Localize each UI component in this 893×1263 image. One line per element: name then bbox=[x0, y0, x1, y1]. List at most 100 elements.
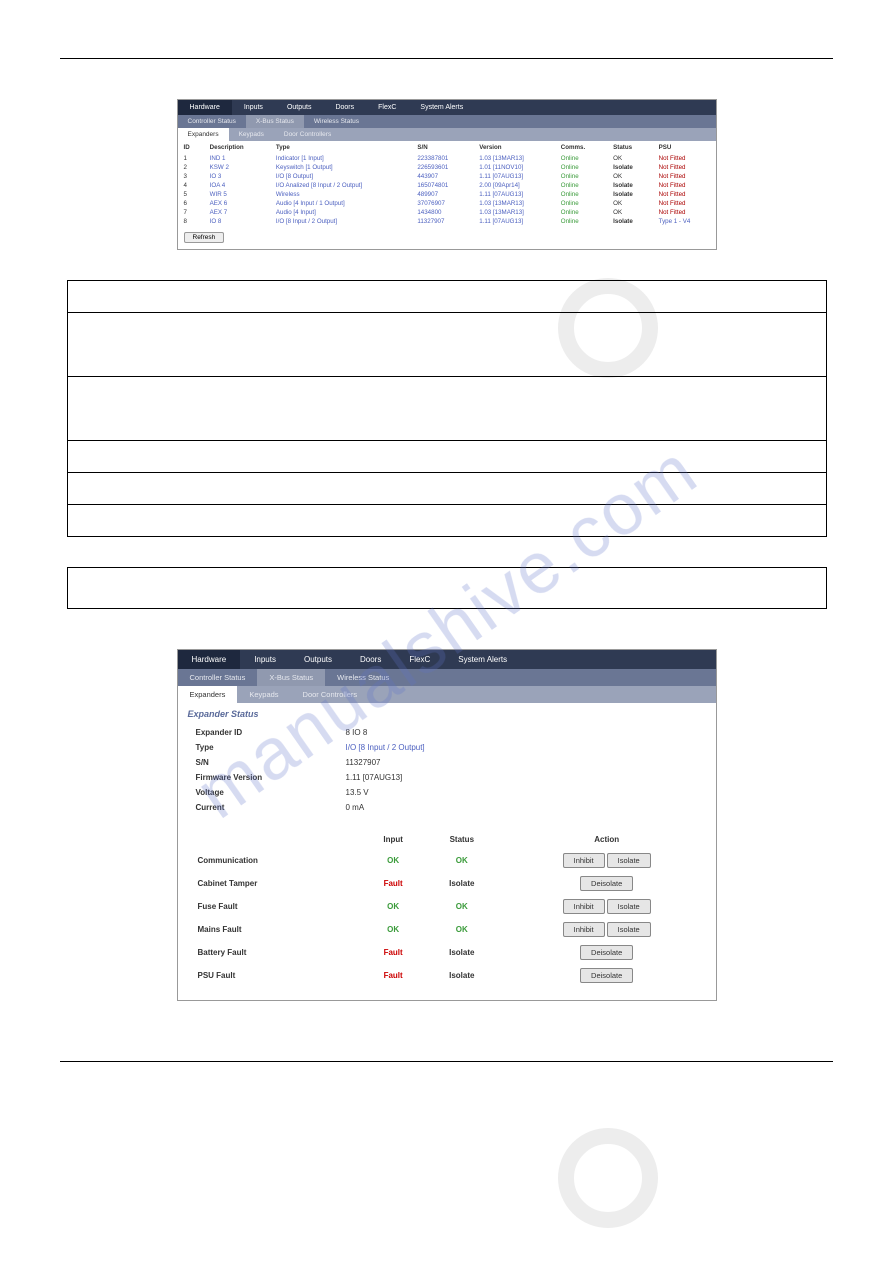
tab-wireless-status[interactable]: Wireless Status bbox=[304, 115, 369, 128]
tab-doors[interactable]: Doors bbox=[323, 100, 366, 115]
refresh-button[interactable]: Refresh bbox=[184, 232, 225, 243]
cell-type[interactable]: I/O Analized [8 Input / 2 Output] bbox=[270, 181, 411, 190]
col-description: Description bbox=[204, 141, 270, 154]
tab-hardware[interactable]: Hardware bbox=[178, 650, 241, 669]
cell-ver[interactable]: 1.03 [13MAR13] bbox=[473, 154, 555, 163]
tab-inputs[interactable]: Inputs bbox=[240, 650, 290, 669]
cell-psu[interactable]: Type 1 - V4 bbox=[653, 217, 716, 226]
tab-expanders[interactable]: Expanders bbox=[178, 686, 238, 703]
col-sn: S/N bbox=[411, 141, 473, 154]
status-input: OK bbox=[363, 919, 424, 940]
cell-ver[interactable]: 1.11 [07AUG13] bbox=[473, 190, 555, 199]
tab-door-controllers[interactable]: Door Controllers bbox=[291, 686, 370, 703]
deisolate-button[interactable]: Deisolate bbox=[580, 968, 633, 983]
tab-hardware[interactable]: Hardware bbox=[178, 100, 232, 115]
kv-value: 0 mA bbox=[346, 803, 365, 812]
sub-sub-tabs: ExpandersKeypadsDoor Controllers bbox=[178, 686, 716, 703]
col-comms: Comms. bbox=[555, 141, 607, 154]
cell-type[interactable]: Keyswitch [1 Output] bbox=[270, 163, 411, 172]
cell-comms: Online bbox=[555, 163, 607, 172]
cell-desc[interactable]: IND 1 bbox=[204, 154, 270, 163]
isolate-button[interactable]: Isolate bbox=[607, 899, 651, 914]
cell-type[interactable]: I/O [8 Output] bbox=[270, 172, 411, 181]
cell-desc[interactable]: IO 3 bbox=[204, 172, 270, 181]
status-name: Mains Fault bbox=[180, 919, 361, 940]
table-row: 3IO 3I/O [8 Output]4439071.11 [07AUG13]O… bbox=[178, 172, 716, 181]
cell-desc[interactable]: KSW 2 bbox=[204, 163, 270, 172]
blank-note-box bbox=[67, 567, 827, 609]
tab-outputs[interactable]: Outputs bbox=[290, 650, 346, 669]
status-input: Fault bbox=[363, 942, 424, 963]
inhibit-button[interactable]: Inhibit bbox=[563, 922, 605, 937]
cell-comms: Online bbox=[555, 181, 607, 190]
blank-description-table bbox=[67, 280, 827, 537]
cell-desc[interactable]: WIR 5 bbox=[204, 190, 270, 199]
table-row: 6AEX 6Audio [4 Input / 1 Output]37076907… bbox=[178, 199, 716, 208]
cell-sn[interactable]: 443907 bbox=[411, 172, 473, 181]
cell-ver[interactable]: 2.00 [09Apr14] bbox=[473, 181, 555, 190]
tab-controller-status[interactable]: Controller Status bbox=[178, 115, 246, 128]
kv-value[interactable]: I/O [8 Input / 2 Output] bbox=[346, 743, 425, 752]
tab-system-alerts[interactable]: System Alerts bbox=[408, 100, 475, 115]
kv-row: S/N11327907 bbox=[178, 755, 716, 770]
cell-desc[interactable]: AEX 6 bbox=[204, 199, 270, 208]
cell-sn[interactable]: 223387801 bbox=[411, 154, 473, 163]
tab-system-alerts[interactable]: System Alerts bbox=[444, 650, 521, 669]
tab-flexc[interactable]: FlexC bbox=[366, 100, 408, 115]
tab-inputs[interactable]: Inputs bbox=[232, 100, 275, 115]
cell-type[interactable]: Audio [4 Input / 1 Output] bbox=[270, 199, 411, 208]
inhibit-button[interactable]: Inhibit bbox=[563, 853, 605, 868]
cell-type[interactable]: Wireless bbox=[270, 190, 411, 199]
kv-label: Voltage bbox=[196, 788, 346, 797]
cell-sn[interactable]: 489907 bbox=[411, 190, 473, 199]
cell-sn[interactable]: 165074801 bbox=[411, 181, 473, 190]
cell-desc[interactable]: AEX 7 bbox=[204, 208, 270, 217]
tab-x-bus-status[interactable]: X-Bus Status bbox=[257, 669, 325, 686]
sub-tabs: Controller StatusX-Bus StatusWireless St… bbox=[178, 115, 716, 128]
tab-controller-status[interactable]: Controller Status bbox=[178, 669, 258, 686]
isolate-button[interactable]: Isolate bbox=[607, 853, 651, 868]
cell-status: OK bbox=[607, 208, 652, 217]
main-tabs: HardwareInputsOutputsDoorsFlexCSystem Al… bbox=[178, 100, 716, 115]
cell-ver[interactable]: 1.11 [07AUG13] bbox=[473, 172, 555, 181]
cell-ver[interactable]: 1.01 [11NOV10] bbox=[473, 163, 555, 172]
tab-outputs[interactable]: Outputs bbox=[275, 100, 324, 115]
expander-status-panel: HardwareInputsOutputsDoorsFlexCSystem Al… bbox=[177, 649, 717, 1001]
deisolate-button[interactable]: Deisolate bbox=[580, 876, 633, 891]
cell-sn[interactable]: 226593601 bbox=[411, 163, 473, 172]
table-row: 7AEX 7Audio [4 Input]14348001.03 [13MAR1… bbox=[178, 208, 716, 217]
cell-desc[interactable]: IO 8 bbox=[204, 217, 270, 226]
cell-type[interactable]: I/O [8 Input / 2 Output] bbox=[270, 217, 411, 226]
table-row: 1IND 1Indicator [1 Input]2233878011.03 [… bbox=[178, 154, 716, 163]
cell-desc[interactable]: IOA 4 bbox=[204, 181, 270, 190]
tab-wireless-status[interactable]: Wireless Status bbox=[325, 669, 401, 686]
deisolate-button[interactable]: Deisolate bbox=[580, 945, 633, 960]
cell-comms: Online bbox=[555, 199, 607, 208]
panel-title: Expander Status bbox=[178, 703, 716, 725]
tab-doors[interactable]: Doors bbox=[346, 650, 395, 669]
kv-row: Current0 mA bbox=[178, 800, 716, 815]
status-value: Isolate bbox=[426, 965, 498, 986]
tab-keypads[interactable]: Keypads bbox=[229, 128, 274, 141]
cell-status: Isolate bbox=[607, 190, 652, 199]
cell-sn[interactable]: 11327907 bbox=[411, 217, 473, 226]
cell-type[interactable]: Indicator [1 Input] bbox=[270, 154, 411, 163]
cell-ver[interactable]: 1.03 [13MAR13] bbox=[473, 208, 555, 217]
cell-sn[interactable]: 1434800 bbox=[411, 208, 473, 217]
status-name: Fuse Fault bbox=[180, 896, 361, 917]
tab-door-controllers[interactable]: Door Controllers bbox=[274, 128, 341, 141]
col-version: Version bbox=[473, 141, 555, 154]
status-row: CommunicationOKOKInhibitIsolate bbox=[180, 850, 714, 871]
tab-flexc[interactable]: FlexC bbox=[395, 650, 444, 669]
cell-ver[interactable]: 1.11 [07AUG13] bbox=[473, 217, 555, 226]
tab-keypads[interactable]: Keypads bbox=[237, 686, 290, 703]
cell-sn[interactable]: 37076907 bbox=[411, 199, 473, 208]
cell-type[interactable]: Audio [4 Input] bbox=[270, 208, 411, 217]
isolate-button[interactable]: Isolate bbox=[607, 922, 651, 937]
tab-x-bus-status[interactable]: X-Bus Status bbox=[246, 115, 304, 128]
cell-ver[interactable]: 1.03 [13MAR13] bbox=[473, 199, 555, 208]
gear-icon bbox=[558, 1128, 658, 1228]
tab-expanders[interactable]: Expanders bbox=[178, 128, 229, 141]
inhibit-button[interactable]: Inhibit bbox=[563, 899, 605, 914]
status-row: Mains FaultOKOKInhibitIsolate bbox=[180, 919, 714, 940]
